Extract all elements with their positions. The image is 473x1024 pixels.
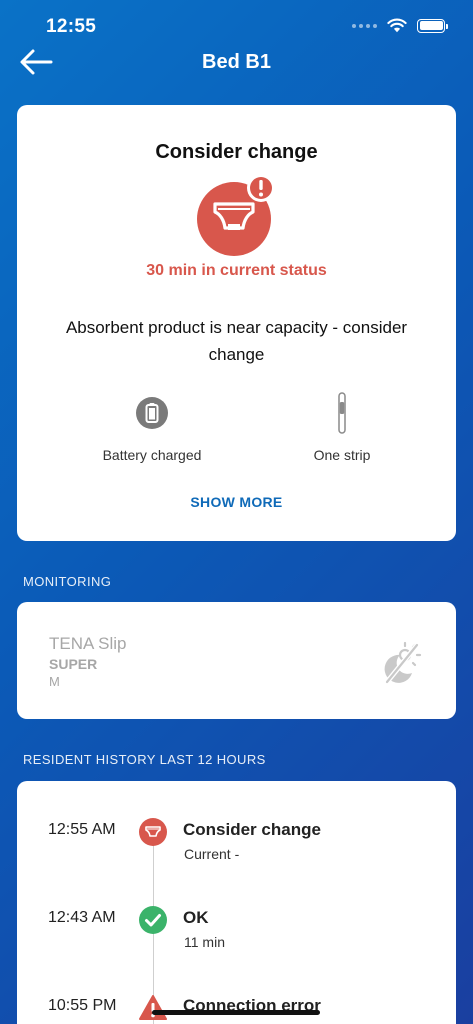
nav-bar: Bed B1: [0, 40, 473, 84]
status-card: Consider change 30 min in current status…: [17, 105, 456, 541]
battery-status-icon: [417, 18, 448, 33]
status-time: 12:55: [46, 16, 97, 37]
signal-icon: [352, 23, 377, 28]
sensor-battery-label: Battery charged: [102, 447, 202, 463]
history-card: 12:55 AM Consider change Current - 12:43…: [17, 781, 456, 1024]
sensor-battery: Battery charged: [67, 393, 237, 463]
battery-icon: [136, 397, 168, 429]
check-icon: [139, 906, 167, 934]
wifi-icon: [387, 18, 407, 33]
diaper-alert-icon: [197, 174, 279, 256]
history-section-label: RESIDENT HISTORY LAST 12 HOURS: [23, 752, 266, 767]
history-subtitle: Current -: [184, 846, 240, 862]
monitoring-section-label: MONITORING: [23, 574, 112, 589]
warning-icon: [139, 994, 167, 1022]
history-time: 10:55 PM: [48, 997, 117, 1014]
monitoring-card[interactable]: TENA Slip SUPER M: [17, 602, 456, 719]
history-subtitle: 11 min: [184, 934, 225, 950]
history-time: 12:55 AM: [48, 821, 116, 838]
history-title: OK: [183, 908, 209, 927]
strip-icon: [338, 392, 346, 434]
status-duration: 30 min in current status: [146, 262, 327, 279]
sensor-strip: One strip: [257, 392, 427, 463]
history-title: Consider change: [183, 820, 321, 839]
product-name: TENA Slip: [49, 634, 127, 653]
history-time: 12:43 AM: [48, 909, 116, 926]
diaper-alert-icon: [139, 818, 167, 846]
product-size: SUPER: [49, 656, 98, 672]
status-icons: [352, 18, 448, 33]
status-message: Absorbent product is near capacity - con…: [65, 318, 408, 364]
home-indicator[interactable]: [152, 1010, 320, 1015]
sensor-strip-label: One strip: [313, 447, 371, 463]
page-title: Bed B1: [202, 51, 271, 73]
night-mode-off-icon[interactable]: [374, 640, 422, 686]
status-heading: Consider change: [155, 141, 318, 163]
show-more-button[interactable]: SHOW MORE: [17, 494, 456, 510]
product-variant: M: [49, 674, 60, 689]
